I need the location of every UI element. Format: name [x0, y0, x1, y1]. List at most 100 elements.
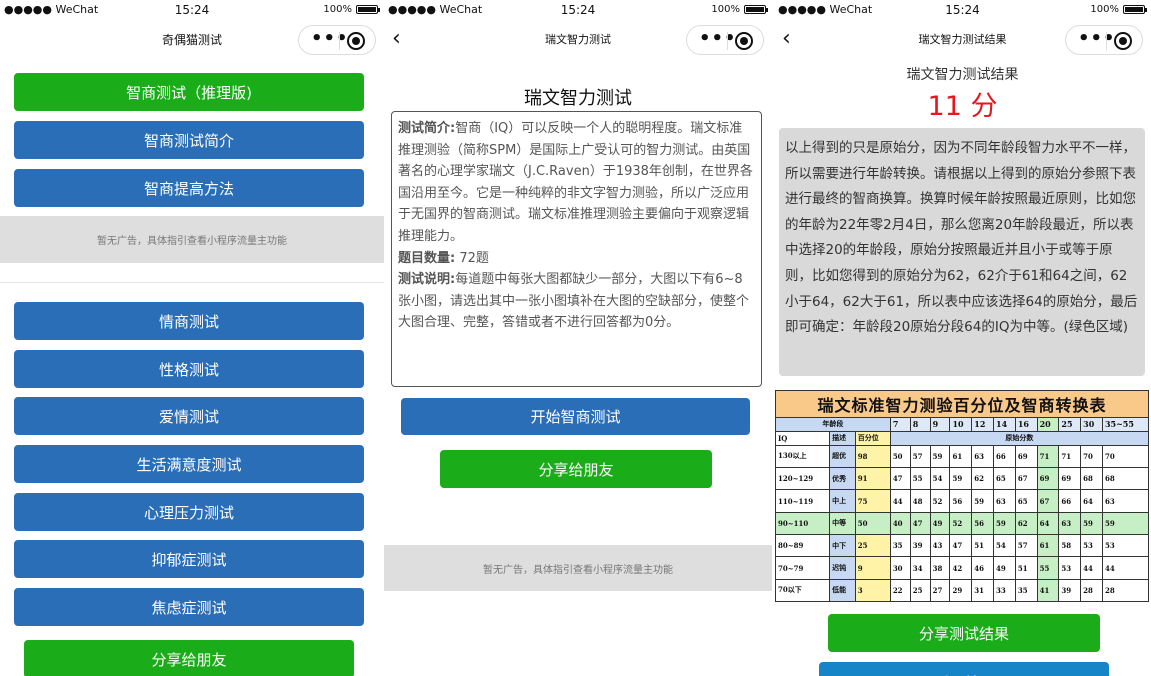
table-row: 120~129 优秀 91 47 55 54 59 62 65 67 69 69 68 68 [774, 467, 1150, 491]
raw-score-cell: 48 [909, 489, 931, 513]
raw-score-cell: 66 [993, 444, 1016, 469]
raw-score-cell: 28 [1080, 578, 1103, 603]
raw-score-cell: 58 [1058, 534, 1082, 558]
page-title: 瑞文智力测试 [524, 88, 632, 109]
raw-score-cell: 28 [1101, 578, 1150, 603]
raw-score-cell: 66 [1058, 489, 1082, 513]
raw-score-cell: 53 [1058, 556, 1082, 580]
raw-score-cell: 59 [1080, 511, 1103, 536]
iq-test-reasoning-button[interactable]: 智商测试（推理版) [14, 73, 364, 111]
raw-score-cell: 62 [971, 467, 995, 491]
raw-score-cell: 49 [993, 556, 1016, 580]
more-icon[interactable]: ••• [699, 28, 737, 49]
life-satisfaction-test-button[interactable]: 生活满意度测试 [14, 445, 364, 483]
intro-box: 测试简介:智商（IQ）可以反映一个人的聪明程度。瑞文标准推理测验（简称SPM）是… [391, 111, 762, 387]
desc-cell: 低能 [829, 578, 856, 603]
raw-score-cell: 59 [993, 511, 1016, 536]
battery-percent: 100% [1090, 4, 1119, 15]
nav-bar: ‹ 瑞文智力测试结果 ••• [774, 20, 1151, 60]
raw-score-cell: 71 [1036, 444, 1060, 469]
iq-improve-button[interactable]: 智商提高方法 [14, 169, 364, 207]
raw-score-cell: 65 [1014, 489, 1038, 513]
share-result-button[interactable]: 分享测试结果 [828, 614, 1100, 652]
count-label: 题目数量: [398, 250, 456, 266]
anxiety-test-button[interactable]: 焦虑症测试 [14, 588, 364, 626]
depression-test-button[interactable]: 抑郁症测试 [14, 540, 364, 578]
raw-score-cell: 70 [1080, 444, 1103, 469]
raw-score-cell: 56 [971, 511, 995, 536]
raw-score-header: 原始分数 [889, 430, 1150, 446]
intro-text: 智商（IQ）可以反映一个人的聪明程度。瑞文标准推理测验（简称SPM）是国际上广受… [398, 121, 753, 244]
raw-score-cell: 47 [909, 511, 931, 536]
raw-score-cell: 65 [993, 467, 1016, 491]
home-button[interactable]: 返回首页 [819, 662, 1109, 676]
love-test-button[interactable]: 爱情测试 [14, 397, 364, 435]
age-col: 10 [949, 417, 973, 432]
raw-score-cell: 30 [889, 556, 911, 580]
share-button[interactable]: 分享给朋友 [24, 640, 354, 676]
pct-cell: 75 [854, 489, 891, 513]
close-mini-program-icon[interactable] [735, 32, 753, 50]
more-icon[interactable]: ••• [311, 28, 349, 49]
capsule-menu: ••• [686, 25, 764, 55]
age-col-highlight: 20 [1036, 417, 1060, 432]
raw-score-cell: 50 [889, 444, 911, 469]
table-row: 70以下 低能 3 22 25 27 29 31 33 35 41 39 28 28 [774, 578, 1150, 603]
desc-cell: 中下 [829, 534, 856, 558]
raw-score-cell: 27 [929, 578, 951, 603]
result-explanation: 以上得到的只是原始分，因为不同年龄段智力水平不一样，所以需要进行年龄转换。请根据… [779, 128, 1145, 376]
raw-score-cell: 44 [1080, 556, 1103, 580]
capsule-divider [339, 32, 340, 50]
eq-test-button[interactable]: 情商测试 [14, 302, 364, 340]
table-row: 130以上 超优 98 50 57 59 61 63 66 69 71 71 70 70 [774, 444, 1150, 469]
status-bar: ●●●●● WeChat 15:24 100% [0, 0, 384, 18]
raw-score-cell: 47 [949, 534, 973, 558]
battery-icon [356, 5, 380, 14]
raw-score-cell: 64 [1080, 489, 1103, 513]
raw-score-cell: 64 [1036, 511, 1060, 536]
capsule-menu: ••• [298, 25, 376, 55]
personality-test-button[interactable]: 性格测试 [14, 350, 364, 388]
close-mini-program-icon[interactable] [1114, 32, 1132, 50]
raw-score-cell: 43 [929, 534, 951, 558]
age-col: 30 [1080, 417, 1103, 432]
more-icon[interactable]: ••• [1078, 28, 1116, 49]
raw-score-cell: 63 [993, 489, 1016, 513]
stress-test-button[interactable]: 心理压力测试 [14, 493, 364, 531]
raw-score-cell: 47 [889, 467, 911, 491]
result-score: 11 分 [927, 91, 998, 122]
pct-cell: 50 [854, 511, 891, 536]
raw-score-cell: 40 [889, 511, 911, 536]
iq-intro-button[interactable]: 智商测试简介 [14, 121, 364, 159]
battery-percent: 100% [323, 4, 352, 15]
raw-score-cell: 54 [993, 534, 1016, 558]
iq-range-cell: 110~119 [774, 489, 831, 513]
start-test-button[interactable]: 开始智商测试 [401, 398, 750, 435]
desc-cell: 中等 [829, 511, 856, 536]
raw-score-cell: 44 [889, 489, 911, 513]
iq-range-cell: 130以上 [774, 444, 831, 469]
raw-score-cell: 62 [1014, 511, 1038, 536]
table-row: 110~119 中上 75 44 48 52 56 59 63 65 67 66 64 63 [774, 489, 1150, 513]
raw-score-cell: 69 [1058, 467, 1082, 491]
capsule-menu: ••• [1065, 25, 1143, 55]
raw-score-cell: 41 [1036, 578, 1060, 603]
raw-score-cell: 42 [949, 556, 973, 580]
age-col: 8 [909, 417, 931, 432]
iq-conversion-table: 瑞文标准智力测验百分位及智商转换表 年龄段 7 8 9 10 12 14 16 … [774, 390, 1150, 603]
raw-score-cell: 29 [949, 578, 973, 603]
iq-range-cell: 90~110 [774, 511, 831, 536]
raw-score-cell: 67 [1014, 467, 1038, 491]
raw-score-cell: 70 [1101, 444, 1150, 469]
iq-range-cell: 120~129 [774, 467, 831, 491]
nav-bar: ‹ 瑞文智力测试 ••• [384, 20, 772, 60]
raw-score-cell: 35 [889, 534, 911, 558]
status-bar: ●●●●● WeChat 15:24 100% [384, 0, 772, 18]
close-mini-program-icon[interactable] [347, 32, 365, 50]
share-button[interactable]: 分享给朋友 [440, 450, 712, 488]
table-row: 70~79 迟钝 9 30 34 38 42 46 49 51 55 53 44 44 [774, 556, 1150, 580]
raw-score-cell: 31 [971, 578, 995, 603]
capsule-divider [1106, 32, 1107, 50]
raw-score-cell: 56 [949, 489, 973, 513]
intro-label: 测试简介: [398, 121, 456, 136]
